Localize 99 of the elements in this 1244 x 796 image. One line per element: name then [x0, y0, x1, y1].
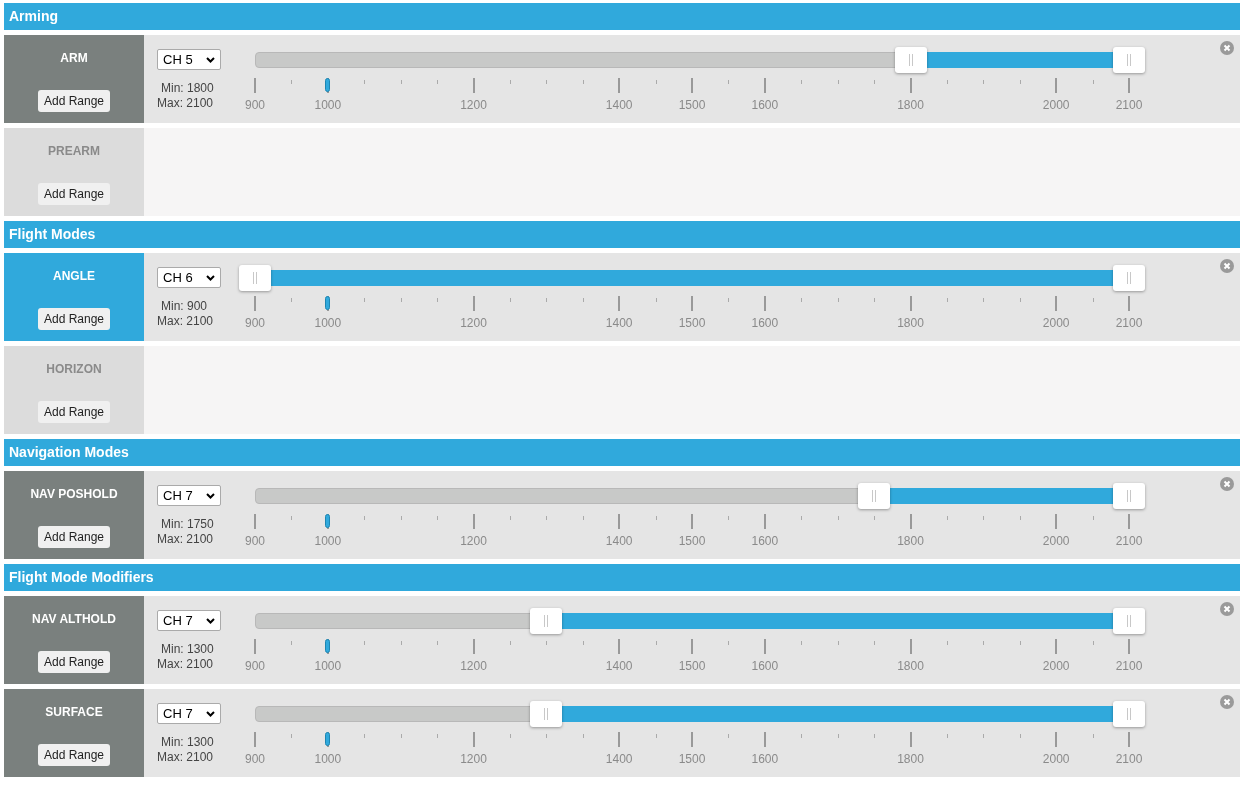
scale-label: 1600 [751, 658, 779, 675]
scale-label: 900 [245, 533, 265, 550]
chevron-down-icon [206, 492, 215, 499]
mode-name: ARM [60, 50, 88, 67]
channel-select[interactable]: CH 6 [157, 267, 221, 288]
close-icon[interactable] [1220, 41, 1234, 55]
range-min: Min: 1800 [161, 81, 215, 96]
section-header: Flight Modes [4, 221, 1240, 248]
scale-label: 1500 [678, 97, 706, 114]
channel-select[interactable]: CH 5 [157, 49, 221, 70]
section-header: Navigation Modes [4, 439, 1240, 466]
slider-handle[interactable] [1113, 47, 1145, 73]
add-range-button[interactable]: Add Range [37, 526, 110, 548]
scale-label: 2000 [1042, 658, 1070, 675]
slider-handle[interactable] [894, 47, 927, 73]
scale-label: 1400 [605, 533, 633, 550]
add-range-button[interactable]: Add Range [37, 183, 110, 205]
scale-label: 900 [245, 315, 265, 332]
close-icon[interactable] [1220, 602, 1234, 616]
range-slider[interactable] [239, 265, 1145, 291]
scale-label: 1400 [605, 97, 633, 114]
scale-label: 2100 [1115, 751, 1143, 768]
scale-label: 1500 [678, 533, 706, 550]
scale-label: 1500 [678, 315, 706, 332]
scale-label: 1200 [460, 97, 487, 114]
scale-label: 900 [245, 658, 265, 675]
scale-label: 1600 [751, 533, 779, 550]
slider-handle[interactable] [239, 265, 271, 291]
scale-label: 2000 [1042, 315, 1070, 332]
scale-label: 1400 [605, 658, 633, 675]
scale-label: 1600 [751, 751, 779, 768]
scale-label: 1800 [897, 315, 924, 332]
mode-name: NAV ALTHOLD [32, 611, 116, 628]
scale-label: 2100 [1115, 658, 1143, 675]
slider-handle[interactable] [1113, 608, 1145, 634]
scale-label: 2100 [1115, 97, 1143, 114]
slider-handle[interactable] [1113, 265, 1145, 291]
mode-name: HORIZON [46, 361, 102, 378]
add-range-button[interactable]: Add Range [37, 744, 110, 766]
slider-handle[interactable] [858, 483, 891, 509]
mode-name: PREARM [48, 143, 100, 160]
range-min: Min: 1300 [161, 642, 215, 657]
range-max: Max: 2100 [157, 314, 215, 329]
mode-name: NAV POSHOLD [30, 486, 118, 503]
scale-label: 1400 [605, 315, 633, 332]
scale-label: 1200 [460, 751, 487, 768]
chevron-down-icon [206, 56, 215, 63]
slider-handle[interactable] [1113, 701, 1145, 727]
channel-select[interactable]: CH 7 [157, 703, 221, 724]
scale-label: 1600 [751, 315, 779, 332]
scale-label: 1500 [678, 658, 706, 675]
scale-label: 1800 [897, 751, 924, 768]
scale-label: 1000 [314, 97, 342, 114]
mode-name: SURFACE [45, 704, 103, 721]
scale-label: 1400 [605, 751, 633, 768]
scale-label: 1600 [751, 97, 779, 114]
range-max: Max: 2100 [157, 657, 215, 672]
add-range-button[interactable]: Add Range [37, 401, 110, 423]
slider-handle[interactable] [530, 701, 563, 727]
scale-label: 1000 [314, 315, 342, 332]
scale-label: 2100 [1115, 315, 1143, 332]
scale-label: 1200 [460, 533, 487, 550]
range-max: Max: 2100 [157, 96, 215, 111]
scale-label: 900 [245, 751, 265, 768]
range-min: Min: 1300 [161, 735, 215, 750]
range-min: Min: 900 [161, 299, 209, 314]
slider-handle[interactable] [530, 608, 563, 634]
scale-label: 1500 [678, 751, 706, 768]
scale-label: 1200 [460, 315, 487, 332]
channel-select[interactable]: CH 7 [157, 610, 221, 631]
chevron-down-icon [206, 617, 215, 624]
mode-name: ANGLE [53, 268, 95, 285]
range-max: Max: 2100 [157, 532, 215, 547]
scale-label: 1200 [460, 658, 487, 675]
section-header: Arming [4, 3, 1240, 30]
scale-label: 2000 [1042, 97, 1070, 114]
chevron-down-icon [206, 274, 215, 281]
scale-label: 2000 [1042, 533, 1070, 550]
section-header: Flight Mode Modifiers [4, 564, 1240, 591]
scale-label: 1800 [897, 658, 924, 675]
add-range-button[interactable]: Add Range [37, 308, 110, 330]
range-max: Max: 2100 [157, 750, 215, 765]
close-icon[interactable] [1220, 477, 1234, 491]
add-range-button[interactable]: Add Range [37, 651, 110, 673]
scale-label: 1000 [314, 751, 342, 768]
scale-label: 900 [245, 97, 265, 114]
scale-label: 1000 [314, 533, 342, 550]
channel-select[interactable]: CH 7 [157, 485, 221, 506]
scale-label: 2000 [1042, 751, 1070, 768]
close-icon[interactable] [1220, 695, 1234, 709]
scale-label: 1800 [897, 533, 924, 550]
close-icon[interactable] [1220, 259, 1234, 273]
scale-label: 2100 [1115, 533, 1143, 550]
scale-label: 1000 [314, 658, 342, 675]
slider-handle[interactable] [1113, 483, 1145, 509]
scale-label: 1800 [897, 97, 924, 114]
add-range-button[interactable]: Add Range [37, 90, 110, 112]
chevron-down-icon [206, 710, 215, 717]
range-min: Min: 1750 [161, 517, 215, 532]
